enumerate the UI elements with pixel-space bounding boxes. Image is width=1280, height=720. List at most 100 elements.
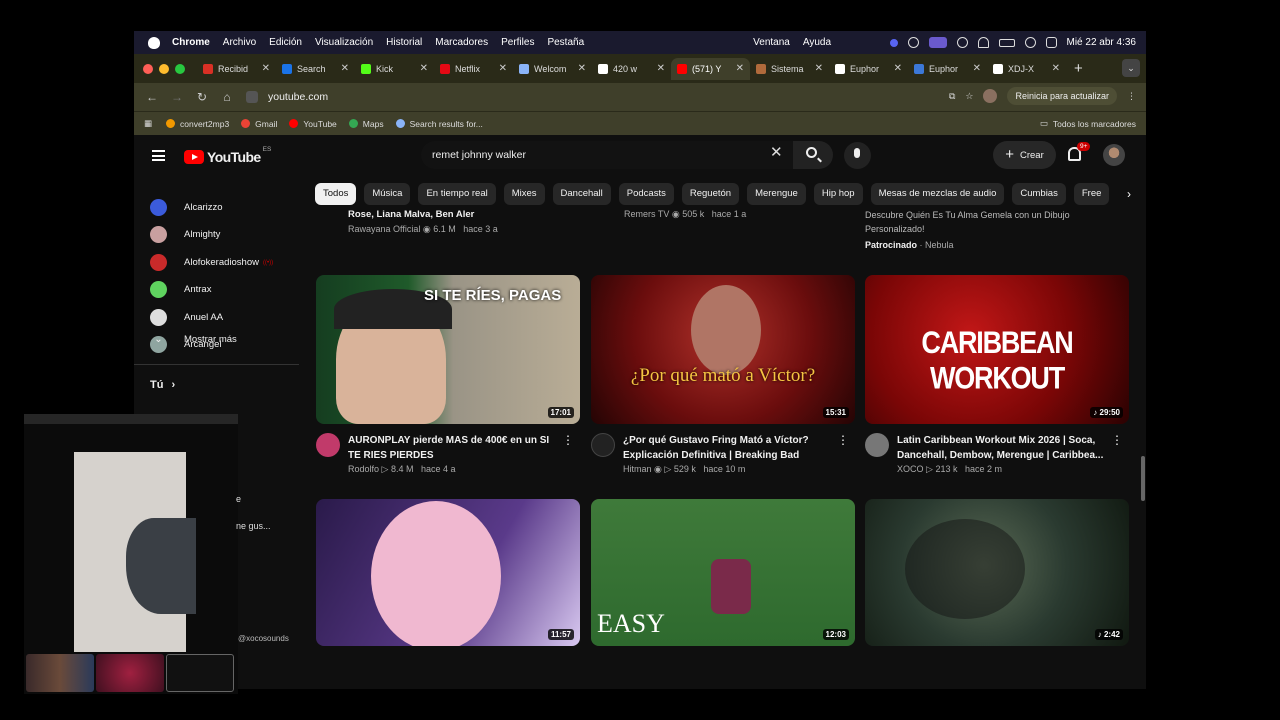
close-tab-icon[interactable]: ✕ <box>420 63 428 74</box>
channel-avatar[interactable] <box>591 433 615 457</box>
update-button[interactable]: Reinicia para actualizar <box>1007 87 1117 105</box>
menu-edicion[interactable]: Edición <box>269 37 302 48</box>
tab-search-icon[interactable]: ⌄ <box>1122 59 1140 77</box>
url-text[interactable]: youtube.com <box>268 91 328 103</box>
play-status-icon[interactable] <box>956 37 968 48</box>
channel-name[interactable]: Hitman <box>623 464 652 474</box>
bookmark-star-icon[interactable]: ☆ <box>965 91 973 102</box>
close-tab-icon[interactable]: ✕ <box>736 63 744 74</box>
sidebar-item-subscription[interactable]: Alcarizzo <box>150 199 223 216</box>
overlay-titlebar[interactable] <box>24 414 238 424</box>
browser-tab[interactable]: Welcom ✕ <box>513 58 592 80</box>
filter-chip[interactable]: Mesas de mezclas de audio <box>870 183 1005 205</box>
sponsor-name[interactable]: Nebula <box>925 240 954 250</box>
new-tab-icon[interactable]: + <box>1074 60 1083 77</box>
reload-icon[interactable]: ↻ <box>195 90 209 104</box>
close-tab-icon[interactable]: ✕ <box>657 63 665 74</box>
address-bar[interactable]: youtube.com <box>240 86 960 108</box>
browser-tab[interactable]: Kick ✕ <box>355 58 434 80</box>
status-dot-icon[interactable] <box>889 38 898 47</box>
video-title[interactable]: AURONPLAY pierde MAS de 400€ en un SI TE… <box>348 433 560 463</box>
video-title[interactable]: ¿Por qué Gustavo Fring Mató a Víctor? Ex… <box>623 433 835 463</box>
search-button[interactable] <box>793 141 833 169</box>
search-menubar-icon[interactable] <box>1024 37 1036 48</box>
sidebar-item-subscription[interactable]: Alofokeradioshow ((•)) <box>150 254 273 271</box>
show-more-button[interactable]: ⌄ Mostrar más <box>150 334 237 345</box>
site-info-icon[interactable] <box>246 91 258 103</box>
you-section-header[interactable]: Tú › <box>150 379 175 391</box>
browser-tab[interactable]: XDJ-X ✕ <box>987 58 1066 80</box>
home-icon[interactable]: ⌂ <box>220 90 234 104</box>
back-icon[interactable]: ← <box>145 90 159 104</box>
all-bookmarks-button[interactable]: ▭ Todos los marcadores <box>1040 118 1136 129</box>
browser-tab[interactable]: 420 w ✕ <box>592 58 671 80</box>
menubar-datetime[interactable]: Mié 22 abr 4:36 <box>1067 37 1137 48</box>
video-title[interactable]: Latin Caribbean Workout Mix 2026 | Soca,… <box>897 433 1109 463</box>
create-button[interactable]: + Crear <box>993 141 1056 169</box>
browser-tab[interactable]: (571) Y ✕ <box>671 57 750 80</box>
close-tab-icon[interactable]: ✕ <box>894 63 902 74</box>
filter-chip[interactable]: Todos <box>315 183 357 205</box>
filter-chip[interactable]: Mixes <box>503 183 545 205</box>
scene-thumbnail[interactable] <box>96 654 164 692</box>
close-tab-icon[interactable]: ✕ <box>499 63 507 74</box>
browser-tab[interactable]: Sistema ✕ <box>750 58 829 80</box>
channel-avatar[interactable] <box>865 433 889 457</box>
menu-marcadores[interactable]: Marcadores <box>435 37 488 48</box>
battery-icon[interactable] <box>998 38 1015 47</box>
bookmark-item[interactable]: convert2mp3 <box>166 119 229 129</box>
browser-menu-icon[interactable]: ⋮ <box>1127 91 1136 102</box>
video-thumbnail[interactable]: EASY 12:03 <box>591 499 855 646</box>
filter-chip[interactable]: Dancehall <box>552 183 611 205</box>
filter-chip[interactable]: Reguetón <box>681 183 740 205</box>
sidebar-item-subscription[interactable]: Almighty <box>150 226 220 243</box>
close-window-icon[interactable] <box>143 63 153 74</box>
video-thumbnail[interactable]: CARIBBEAN WORKOUT ♪ 29:50 <box>865 275 1129 424</box>
more-options-icon[interactable]: ⋮ <box>1111 433 1123 447</box>
prev-video-title-tail[interactable]: Rose, Liana Malva, Ben Aler <box>348 209 474 220</box>
browser-tab[interactable]: Recibid ✕ <box>197 58 276 80</box>
menu-app-name[interactable]: Chrome <box>172 37 210 48</box>
ad-description-2[interactable]: Personalizado! <box>865 224 925 234</box>
page-scrollbar[interactable] <box>1141 456 1145 501</box>
more-options-icon[interactable]: ⋮ <box>837 433 849 447</box>
cloud-icon[interactable] <box>907 37 919 48</box>
close-tab-icon[interactable]: ✕ <box>815 63 823 74</box>
search-input[interactable]: remet johnny walker <box>421 141 797 169</box>
chips-next-icon[interactable]: › <box>1117 183 1141 205</box>
bookmark-item[interactable]: YouTube <box>289 119 337 129</box>
forward-icon[interactable]: → <box>170 90 184 104</box>
ad-description-1[interactable]: Descubre Quién Es Tu Alma Gemela con un … <box>865 210 1070 220</box>
filter-chip[interactable]: Música <box>364 183 411 205</box>
control-center-icon[interactable] <box>1045 37 1057 48</box>
close-tab-icon[interactable]: ✕ <box>262 63 270 74</box>
video-thumbnail[interactable]: SI TE RÍES, PAGAS 17:01 <box>316 275 580 424</box>
filter-chip[interactable]: Merengue <box>747 183 806 205</box>
channel-name[interactable]: Rodolfo <box>348 464 379 474</box>
scene-thumbnail[interactable] <box>166 654 234 692</box>
profile-avatar-icon[interactable] <box>983 89 998 103</box>
wifi-icon[interactable] <box>977 37 989 48</box>
menu-ventana[interactable]: Ventana <box>753 37 790 48</box>
apps-grid-icon[interactable]: ▦ <box>144 118 152 129</box>
video-thumbnail[interactable]: ¿Por qué mató a Víctor? 15:31 <box>591 275 855 424</box>
video-thumbnail[interactable]: ♪ 2:42 <box>865 499 1129 646</box>
minimize-window-icon[interactable] <box>159 63 169 74</box>
close-tab-icon[interactable]: ✕ <box>341 63 349 74</box>
close-tab-icon[interactable]: ✕ <box>973 63 981 74</box>
voice-search-icon[interactable] <box>844 142 871 169</box>
close-tab-icon[interactable]: ✕ <box>578 63 586 74</box>
filter-chip[interactable]: Cumbias <box>1012 183 1066 205</box>
filter-chip[interactable]: En tiempo real <box>418 183 496 205</box>
bookmark-item[interactable]: Gmail <box>241 119 277 129</box>
browser-tab[interactable]: Search ✕ <box>276 58 355 80</box>
channel-name[interactable]: XOCO <box>897 464 924 474</box>
more-options-icon[interactable]: ⋮ <box>562 433 574 447</box>
youtube-logo[interactable]: YouTube ES <box>184 146 271 165</box>
apple-icon[interactable] <box>148 36 160 49</box>
bookmark-item[interactable]: Search results for... <box>395 119 483 129</box>
prev-channel[interactable]: Rawayana Official <box>348 224 420 234</box>
menu-historial[interactable]: Historial <box>386 37 422 48</box>
browser-tab[interactable]: Euphor ✕ <box>908 58 987 80</box>
screen-share-icon[interactable] <box>928 37 947 48</box>
